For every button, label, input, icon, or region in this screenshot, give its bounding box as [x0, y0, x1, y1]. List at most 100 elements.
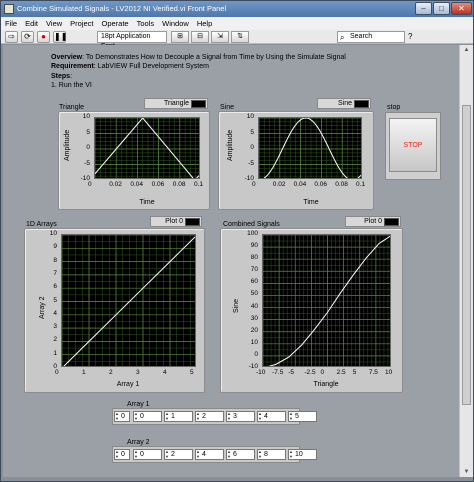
abort-icon[interactable]: ●: [37, 31, 50, 43]
menu-view[interactable]: View: [46, 19, 62, 28]
menu-operate[interactable]: Operate: [102, 19, 129, 28]
array2-element[interactable]: ▲ ▼ 2: [164, 449, 193, 460]
spinner-icon: ▲ ▼: [165, 411, 169, 421]
array1-value: 3: [233, 413, 237, 420]
menu-file[interactable]: File: [5, 19, 17, 28]
array2-element[interactable]: ▲ ▼ 4: [195, 449, 224, 460]
x-tick-label: 0.04: [293, 181, 307, 188]
x-tick-label: 7.5: [368, 369, 378, 376]
array2-value: 10: [295, 451, 303, 458]
toolbar: ⇨ ⟳ ● ❚❚ 18pt Application Font ⊞ ⊟ ⇲ ⇅ ⌕…: [1, 30, 473, 50]
menu-project[interactable]: Project: [70, 19, 93, 28]
maximize-button[interactable]: □: [433, 2, 450, 15]
y-tick-label: 1: [53, 349, 57, 357]
labview-window: Combine Simulated Signals - LV2012 NI Ve…: [0, 0, 474, 482]
search-input[interactable]: ⌕ Search: [337, 31, 405, 43]
y-tick-label: 8: [53, 256, 57, 264]
sine-ylabel: Amplitude: [227, 129, 234, 161]
x-tick-label: 3: [136, 369, 140, 376]
array2-element[interactable]: ▲ ▼ 0: [133, 449, 162, 460]
array1-index[interactable]: ▲ ▼ 0: [114, 411, 130, 422]
y-tick-label: 0: [86, 144, 90, 151]
combined-legend[interactable]: Plot 0: [345, 216, 401, 227]
y-tick-label: 10: [82, 113, 90, 120]
array1-element[interactable]: ▲ ▼ 1: [164, 411, 193, 422]
y-tick-label: 80: [250, 254, 258, 262]
close-button[interactable]: ✕: [451, 2, 472, 15]
array2-value: 0: [140, 451, 144, 458]
array2-index[interactable]: ▲ ▼ 0: [114, 449, 130, 460]
menu-edit[interactable]: Edit: [25, 19, 38, 28]
array1-element[interactable]: ▲ ▼ 2: [195, 411, 224, 422]
x-tick-label: 1: [82, 369, 86, 376]
window-title: Combine Simulated Signals - LV2012 NI Ve…: [17, 4, 227, 13]
scroll-up-icon[interactable]: ▲: [462, 45, 471, 55]
help-icon[interactable]: ?: [408, 31, 418, 43]
title-bar[interactable]: Combine Simulated Signals - LV2012 NI Ve…: [1, 1, 473, 17]
spinner-icon: ▲ ▼: [227, 449, 231, 459]
vertical-scrollbar[interactable]: ▲ ▼: [459, 45, 473, 477]
y-tick-label: 9: [53, 243, 57, 251]
search-icon: ⌕: [340, 33, 345, 42]
y-tick-label: 40: [250, 302, 258, 310]
array1-element[interactable]: ▲ ▼ 5: [288, 411, 317, 422]
y-tick-label: 4: [53, 309, 57, 317]
spinner-icon: ▲ ▼: [258, 449, 262, 459]
array2-element[interactable]: ▲ ▼ 6: [226, 449, 255, 460]
array1-element[interactable]: ▲ ▼ 3: [226, 411, 255, 422]
pause-icon[interactable]: ❚❚: [53, 31, 67, 43]
scroll-down-icon[interactable]: ▼: [462, 467, 471, 477]
combined-plot: [263, 235, 390, 366]
plot-swatch-icon: [185, 218, 200, 226]
y-tick-label: 0: [53, 363, 57, 370]
requirement-text: : LabVIEW Full Development System: [93, 63, 209, 71]
minimize-button[interactable]: –: [415, 2, 432, 15]
arrays-plot: [62, 235, 195, 366]
combined-graph-label: Combined Signals: [223, 221, 280, 228]
x-tick-label: 4: [163, 369, 167, 376]
triangle-legend[interactable]: Triangle: [144, 98, 208, 109]
x-tick-label: 0: [320, 369, 325, 376]
y-tick-label: -10: [248, 363, 258, 370]
array1-label: Array 1: [127, 401, 150, 408]
spinner-icon: ▲ ▼: [289, 449, 293, 459]
menu-help[interactable]: Help: [197, 19, 212, 28]
reorder-icon[interactable]: ⇅: [231, 31, 249, 43]
y-tick-label: 50: [250, 290, 258, 298]
x-tick-label: 0.04: [130, 181, 144, 188]
triangle-graph-label: Triangle: [59, 104, 85, 111]
y-tick-label: 0: [254, 350, 258, 358]
x-tick-label: 0.02: [272, 181, 286, 188]
y-tick-label: 0: [250, 144, 254, 151]
y-tick-label: 10: [250, 338, 258, 346]
align-objects-icon[interactable]: ⊞: [171, 31, 189, 43]
array1-element[interactable]: ▲ ▼ 0: [133, 411, 162, 422]
x-tick-label: 0: [55, 369, 59, 376]
font-select[interactable]: 18pt Application Font: [97, 31, 167, 50]
y-tick-label: -10: [244, 175, 254, 182]
sine-legend[interactable]: Sine: [317, 98, 371, 109]
run-arrow-icon[interactable]: ⇨: [5, 31, 18, 43]
sine-plot: [259, 118, 361, 178]
x-tick-label: 10: [385, 369, 393, 376]
distribute-objects-icon[interactable]: ⊟: [191, 31, 209, 43]
x-tick-label: -7.5: [272, 369, 284, 376]
menu-window[interactable]: Window: [162, 19, 189, 28]
x-tick-label: 0.06: [314, 181, 328, 188]
run-continuously-icon[interactable]: ⟳: [21, 31, 34, 43]
y-tick-label: 60: [250, 278, 258, 286]
x-tick-label: 0.1: [356, 181, 366, 188]
array2-value: 8: [264, 451, 268, 458]
scroll-thumb[interactable]: [462, 105, 471, 405]
menu-tools[interactable]: Tools: [137, 19, 155, 28]
x-tick-label: -10: [256, 369, 266, 376]
array2-element[interactable]: ▲ ▼ 8: [257, 449, 286, 460]
array2-element[interactable]: ▲ ▼ 10: [288, 449, 317, 460]
arrays-legend[interactable]: Plot 0: [150, 216, 202, 227]
resize-objects-icon[interactable]: ⇲: [211, 31, 229, 43]
combined-ylabel: Sine: [233, 298, 240, 313]
x-tick-label: -2.5: [304, 369, 316, 376]
array1-element[interactable]: ▲ ▼ 4: [257, 411, 286, 422]
array1-value: 0: [140, 413, 144, 420]
stop-button[interactable]: STOP: [389, 118, 437, 172]
